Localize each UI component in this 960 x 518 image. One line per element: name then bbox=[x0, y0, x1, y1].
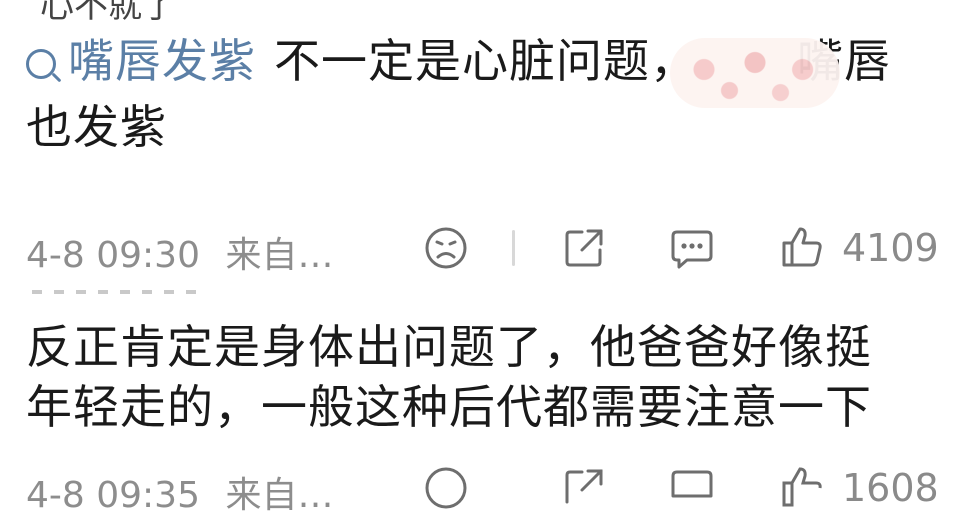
share-icon bbox=[565, 229, 603, 267]
thumbs-up-icon bbox=[782, 227, 822, 267]
comment-text-line-2: 也发紫 bbox=[26, 100, 167, 154]
previous-comment-fragment: 心不就了 bbox=[40, 0, 176, 26]
share-icon bbox=[565, 469, 603, 504]
like-button[interactable] bbox=[778, 462, 826, 512]
share-button[interactable] bbox=[560, 464, 608, 512]
comment-text-segment: 不一定是心脏问题， bbox=[274, 34, 697, 88]
comment-button[interactable] bbox=[668, 464, 716, 512]
comment-button[interactable] bbox=[668, 224, 716, 272]
divider bbox=[512, 230, 515, 266]
search-icon bbox=[26, 49, 56, 79]
timestamp: 4-8 09:30 bbox=[26, 235, 200, 276]
separator bbox=[32, 290, 208, 294]
thumbs-up-icon bbox=[782, 467, 822, 507]
comment-2-meta: 4-8 09:35 来自… bbox=[26, 466, 333, 518]
sad-face-icon bbox=[425, 467, 467, 509]
source-label: 来自… bbox=[225, 475, 334, 516]
topic-link[interactable]: 嘴唇发紫 bbox=[26, 34, 256, 88]
like-count: 1608 bbox=[842, 466, 939, 510]
comment-2-text-line-2: 年轻走的，一般这种后代都需要注意一下 bbox=[26, 380, 872, 434]
like-count: 4109 bbox=[842, 226, 939, 270]
comment-icon bbox=[671, 470, 713, 498]
source-label: 来自… bbox=[225, 235, 334, 276]
comment-icon bbox=[671, 230, 713, 269]
sad-face-button[interactable] bbox=[422, 464, 470, 512]
comment-meta: 4-8 09:30 来自… bbox=[26, 226, 333, 278]
comment-2-text-line-1: 反正肯定是身体出问题了，他爸爸好像挺 bbox=[26, 320, 872, 374]
sad-face-button[interactable] bbox=[422, 224, 470, 272]
sad-face-icon bbox=[425, 227, 467, 269]
like-button[interactable] bbox=[778, 222, 826, 272]
share-button[interactable] bbox=[560, 224, 608, 272]
sticker-overlay bbox=[670, 38, 840, 108]
topic-label: 嘴唇发紫 bbox=[68, 34, 256, 88]
timestamp: 4-8 09:35 bbox=[26, 475, 200, 516]
